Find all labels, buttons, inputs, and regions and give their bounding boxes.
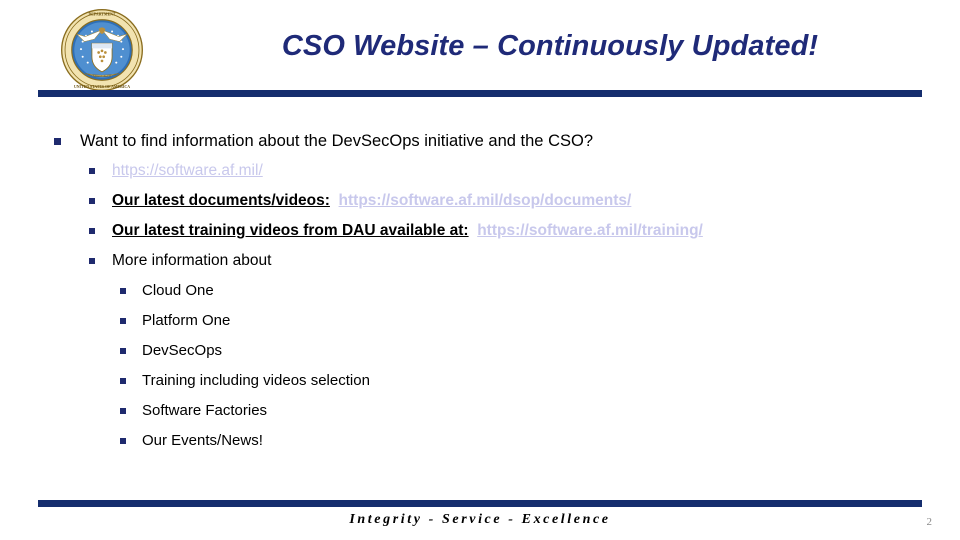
bullet-text: Platform One	[142, 312, 231, 329]
square-bullet-icon	[89, 258, 95, 264]
list-item: https://software.af.mil/	[80, 156, 924, 186]
slide-canvas: DEPARTMENT UNITED STATES OF AMERICA MDCC…	[0, 0, 960, 540]
svg-text:DEPARTMENT: DEPARTMENT	[88, 13, 115, 17]
bullet-list-level-1: Want to find information about the DevSe…	[44, 126, 924, 456]
bullet-list-level-3: Cloud One Platform One DevSecOps Trainin…	[112, 276, 924, 456]
bullet-list-level-2: https://software.af.mil/ Our latest docu…	[80, 156, 924, 456]
list-item: Software Factories	[112, 396, 924, 426]
square-bullet-icon	[54, 138, 61, 145]
square-bullet-icon	[120, 378, 126, 384]
svg-text:MDCCCXLVII: MDCCCXLVII	[93, 74, 111, 78]
svg-text:UNITED STATES OF AMERICA: UNITED STATES OF AMERICA	[74, 85, 130, 89]
list-item: Platform One	[112, 306, 924, 336]
bullet-text: Want to find information about the DevSe…	[80, 132, 593, 150]
page-title: CSO Website – Continuously Updated!	[281, 30, 819, 62]
square-bullet-icon	[89, 228, 95, 234]
bullet-text: Our Events/News!	[142, 432, 263, 449]
square-bullet-icon	[120, 348, 126, 354]
list-item: Our latest documents/videos: https://sof…	[80, 186, 924, 216]
link-training[interactable]: https://software.af.mil/training/	[477, 222, 703, 239]
square-bullet-icon	[120, 438, 126, 444]
bullet-text: DevSecOps	[142, 342, 223, 359]
footer-motto: Integrity - Service - Excellence	[349, 512, 611, 527]
list-item: Our latest training videos from DAU avai…	[80, 216, 924, 246]
bullet-text: Software Factories	[142, 402, 268, 419]
slide-body: Want to find information about the DevSe…	[44, 126, 924, 456]
square-bullet-icon	[89, 168, 95, 174]
list-item: Cloud One	[112, 276, 924, 306]
list-item: Our Events/News!	[112, 426, 924, 456]
list-item: Want to find information about the DevSe…	[44, 126, 924, 456]
department-of-the-air-force-seal: DEPARTMENT UNITED STATES OF AMERICA MDCC…	[60, 8, 144, 92]
square-bullet-icon	[89, 198, 95, 204]
list-item: Training including videos selection	[112, 366, 924, 396]
link-documents[interactable]: https://software.af.mil/dsop/documents/	[339, 192, 632, 209]
bullet-text: More information about	[112, 252, 272, 269]
square-bullet-icon	[120, 318, 126, 324]
list-item: More information about Cloud One Platfor…	[80, 246, 924, 456]
footer-divider-rule	[38, 500, 922, 507]
label-latest-documents: Our latest documents/videos:	[112, 192, 330, 209]
square-bullet-icon	[120, 408, 126, 414]
bullet-text: Training including videos selection	[142, 372, 370, 389]
link-software-af-mil[interactable]: https://software.af.mil/	[112, 162, 263, 179]
bullet-text: Cloud One	[142, 282, 214, 299]
page-number: 2	[926, 516, 933, 528]
header-divider-rule	[38, 90, 922, 97]
label-latest-training-videos: Our latest training videos from DAU avai…	[112, 222, 469, 239]
list-item: DevSecOps	[112, 336, 924, 366]
square-bullet-icon	[120, 288, 126, 294]
